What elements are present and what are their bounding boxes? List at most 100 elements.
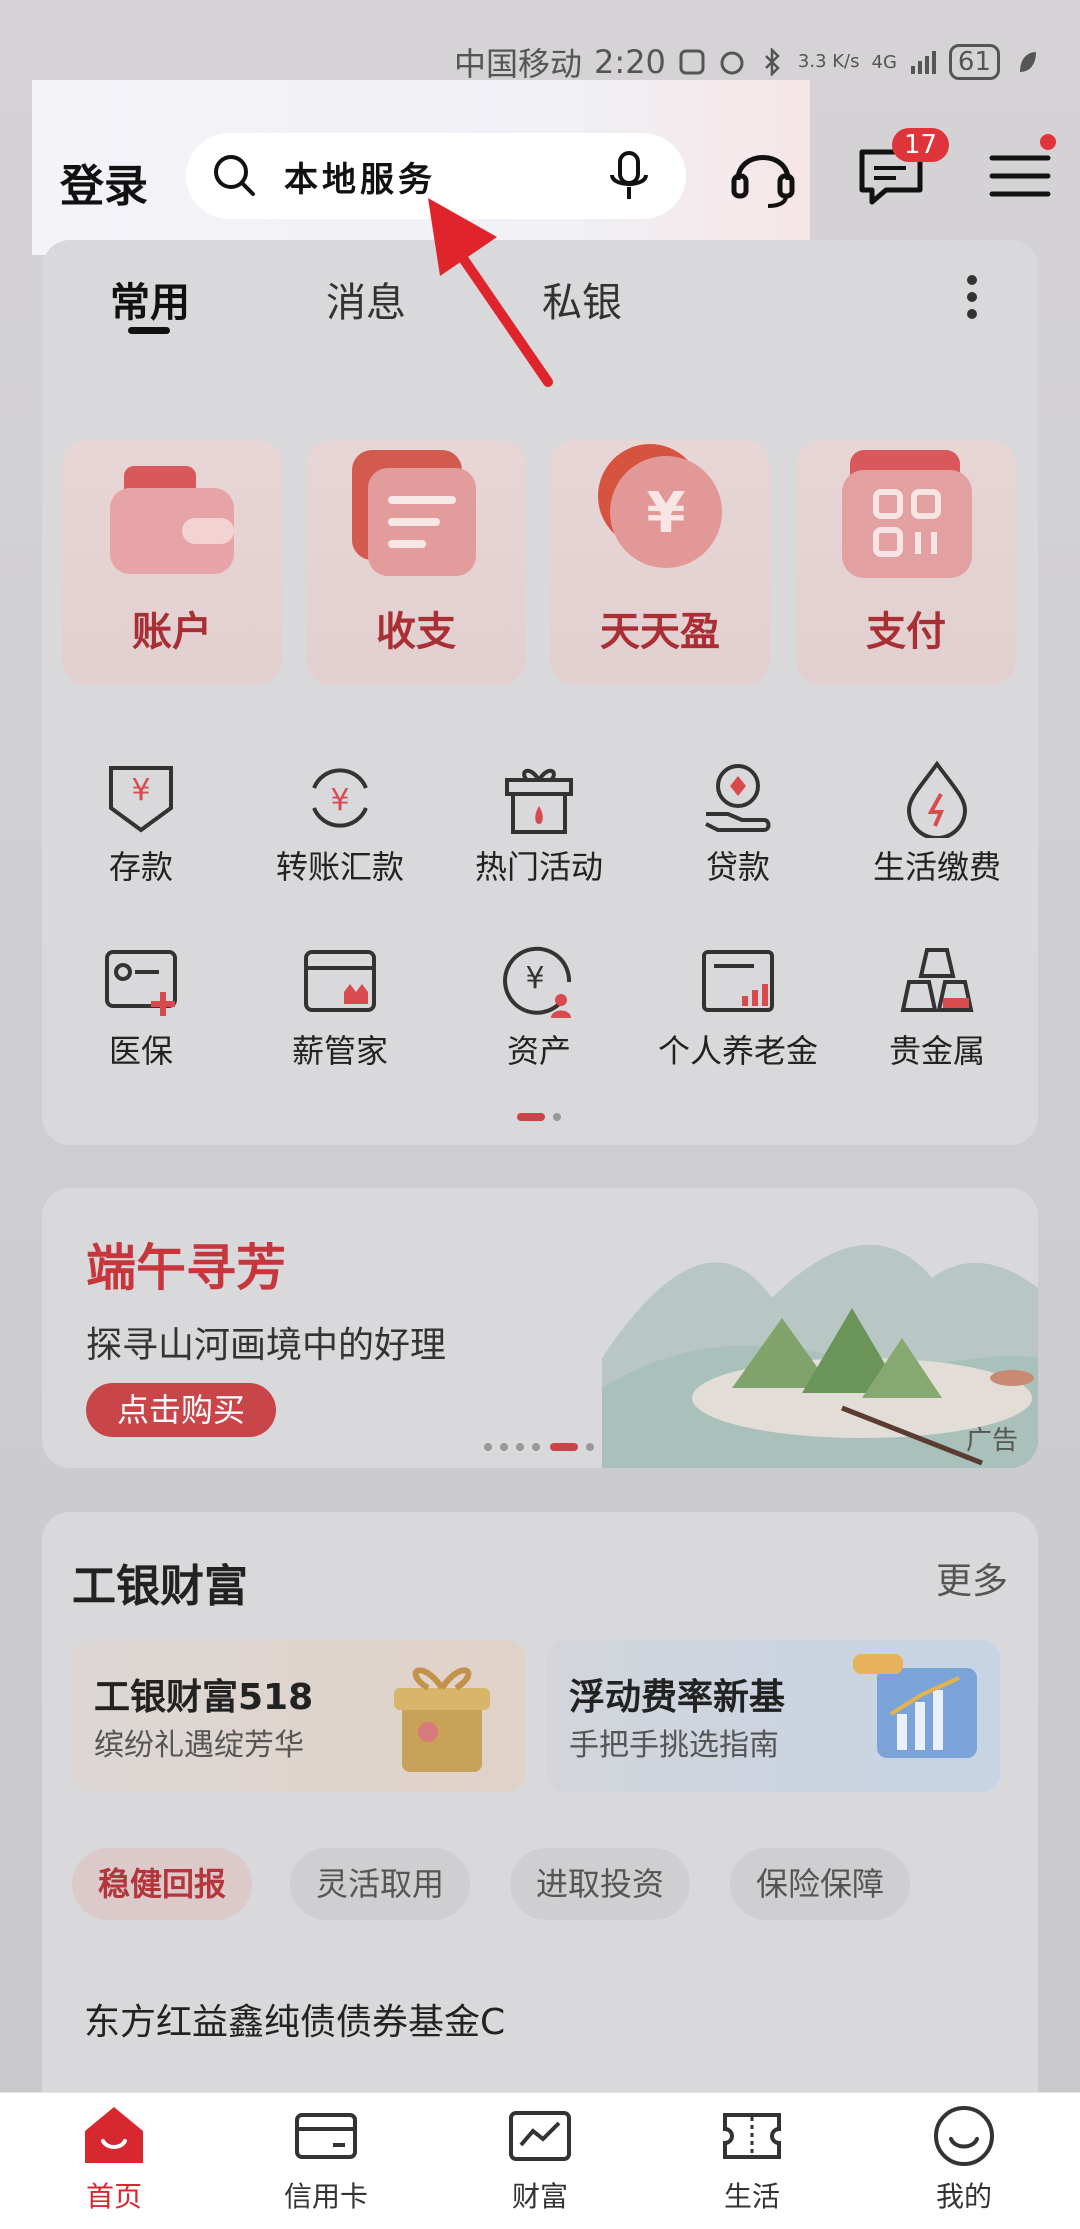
banner-indicator — [484, 1443, 492, 1451]
qrcode-icon — [842, 450, 972, 578]
wealth-more-link[interactable]: 更多 — [936, 1552, 1008, 1604]
gift-icon — [505, 768, 573, 834]
yuan-coin-icon: ¥ — [598, 444, 722, 568]
message-count-badge: 17 — [892, 128, 950, 162]
carrier-label: 中国移动 — [454, 45, 583, 83]
menu-button[interactable] — [986, 134, 1056, 214]
chart-board-icon — [853, 1654, 977, 1758]
nav-life-label: 生活 — [723, 2180, 780, 2213]
banner-indicator-active — [550, 1443, 578, 1451]
grid-precious-metal-label: 贵金属 — [888, 1032, 985, 1070]
headset-icon — [731, 155, 795, 208]
nav-life[interactable]: 生活 — [682, 2103, 822, 2215]
grid-deposit[interactable]: ¥ 存款 — [41, 758, 241, 888]
banner-indicator — [500, 1443, 508, 1451]
tab-private-banking[interactable]: 私银 — [542, 270, 622, 328]
nav-credit-card[interactable]: 信用卡 — [256, 2103, 396, 2215]
banner-indicator — [516, 1443, 524, 1451]
grid-pension-label: 个人养老金 — [657, 1032, 818, 1070]
tile-tiantianying-label: 天天盈 — [600, 609, 720, 655]
net-speed: 3.3 K/s — [797, 51, 860, 72]
page-indicator — [553, 1113, 561, 1121]
svg-text:¥: ¥ — [647, 481, 686, 546]
wealth-chart-icon — [509, 2111, 571, 2161]
leaf-icon — [1020, 52, 1036, 72]
grid-transfer[interactable]: ¥ 转账汇款 — [240, 758, 440, 888]
microphone-icon[interactable] — [602, 149, 656, 203]
nav-home-label: 首页 — [85, 2180, 142, 2213]
pension-icon — [702, 950, 774, 1012]
time-label: 2:20 — [594, 43, 666, 81]
grid-salary-manager[interactable]: 薪管家 — [240, 942, 440, 1072]
tab-messages[interactable]: 消息 — [326, 270, 406, 328]
bottom-navigation: 首页 信用卡 财富 生活 我的 — [0, 2092, 1080, 2229]
customer-service-button[interactable] — [728, 140, 798, 214]
tile-payment-label: 支付 — [866, 609, 946, 655]
grid-deposit-label: 存款 — [108, 848, 173, 886]
nav-wealth-label: 财富 — [511, 2180, 568, 2213]
grid-loan[interactable]: 贷款 — [638, 758, 838, 888]
grid-hot-activity[interactable]: 热门活动 — [439, 758, 639, 888]
grid-loan-label: 贷款 — [705, 848, 770, 886]
tile-account[interactable]: 账户 — [62, 440, 282, 685]
nav-mine-label: 我的 — [935, 2180, 992, 2213]
search-input[interactable]: 本地服务 — [284, 152, 436, 201]
credit-card-icon — [295, 2113, 357, 2159]
bluetooth-icon — [765, 48, 780, 76]
svg-text:¥: ¥ — [131, 773, 150, 808]
chip-insurance[interactable]: 保险保障 — [730, 1848, 911, 1920]
asset-icon: ¥ — [503, 946, 572, 1018]
promo-card-518[interactable]: 工银财富518 缤纷礼遇绽芳华 — [72, 1640, 525, 1792]
fund-item-name[interactable]: 东方红益鑫纯债债券基金C — [84, 1993, 505, 2045]
grid-assets[interactable]: ¥ 资产 — [439, 942, 639, 1072]
nfc-icon — [679, 49, 705, 75]
tab-frequent[interactable]: 常用 — [110, 270, 190, 328]
grid-hot-activity-label: 热门活动 — [474, 848, 603, 886]
grid-pension[interactable]: 个人养老金 — [638, 942, 838, 1072]
tile-tiantianying[interactable]: ¥ 天天盈 — [550, 440, 770, 685]
login-button[interactable]: 登录 — [60, 150, 148, 214]
buy-now-button[interactable]: 点击购买 — [86, 1383, 276, 1437]
page-indicator-active — [517, 1113, 545, 1121]
grid-medical-label: 医保 — [108, 1032, 173, 1070]
tile-payment[interactable]: 支付 — [796, 440, 1016, 685]
banner-title: 端午寻芳 — [86, 1239, 286, 1297]
promo-card-floating-fee[interactable]: 浮动费率新基 手把手挑选指南 — [547, 1640, 1000, 1792]
more-vertical-icon[interactable] — [960, 272, 984, 322]
nav-wealth[interactable]: 财富 — [470, 2103, 610, 2215]
bill-icon — [906, 760, 968, 838]
search-bar[interactable]: 本地服务 — [186, 133, 686, 219]
messages-button[interactable]: 17 — [856, 128, 950, 214]
chip-aggressive[interactable]: 进取投资 — [510, 1848, 691, 1920]
ledger-icon — [352, 450, 476, 576]
tile-account-label: 账户 — [132, 609, 212, 655]
tile-income-expense[interactable]: 收支 — [306, 440, 526, 685]
promo-floating-title: 浮动费率新基 — [569, 1677, 786, 1718]
search-icon — [214, 155, 255, 196]
network-label: 4G — [871, 51, 897, 73]
nav-mine[interactable]: 我的 — [894, 2103, 1034, 2215]
status-bar: 中国移动 2:20 3.3 K/s 4G 61 — [454, 40, 1040, 84]
deposit-icon: ¥ — [109, 766, 173, 833]
signal-icon — [910, 51, 936, 74]
home-icon — [85, 2107, 143, 2163]
chip-steady-return[interactable]: 稳健回报 — [72, 1848, 253, 1920]
grid-precious-metal[interactable]: 贵金属 — [837, 942, 1037, 1072]
profile-smile-icon — [934, 2106, 994, 2166]
chip-flexible[interactable]: 灵活取用 — [290, 1848, 471, 1920]
ticket-icon — [723, 2113, 781, 2159]
svg-text:¥: ¥ — [330, 783, 349, 818]
grid-transfer-label: 转账汇款 — [275, 848, 404, 886]
grid-bill-payment[interactable]: 生活缴费 — [837, 758, 1037, 888]
gift-box-icon — [394, 1667, 490, 1772]
banner-indicator — [586, 1443, 594, 1451]
menu-notification-dot — [1040, 134, 1056, 150]
transfer-icon: ¥ — [312, 768, 368, 828]
nav-home[interactable]: 首页 — [44, 2103, 184, 2215]
medical-icon — [105, 950, 177, 1016]
promo-518-title: 工银财富518 — [94, 1677, 314, 1718]
grid-medical[interactable]: 医保 — [41, 942, 241, 1072]
banner-indicator — [532, 1443, 540, 1451]
svg-text:¥: ¥ — [525, 961, 544, 996]
gold-icon — [900, 948, 974, 1012]
